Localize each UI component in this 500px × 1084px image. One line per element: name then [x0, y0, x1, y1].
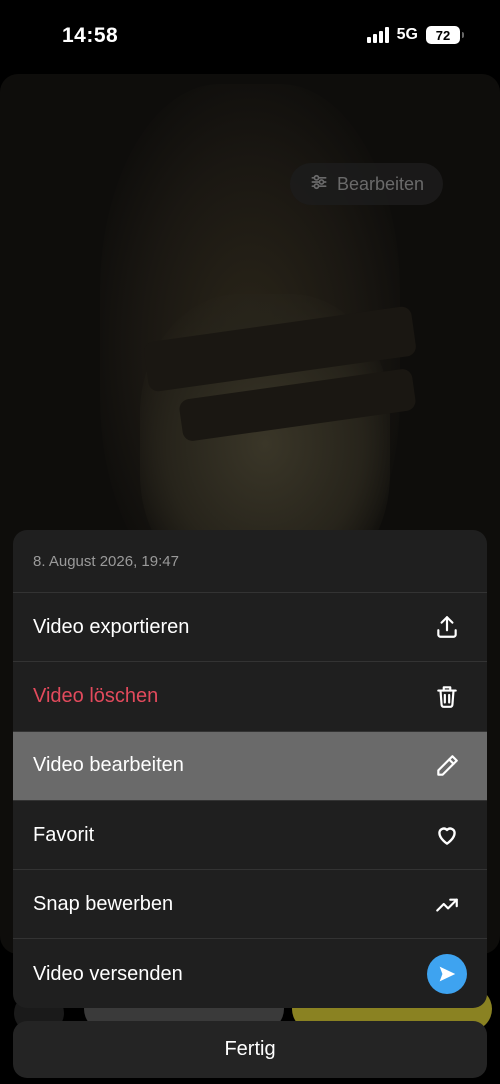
- done-button[interactable]: Fertig: [13, 1021, 487, 1078]
- status-time: 14:58: [62, 24, 119, 47]
- signal-icon: [366, 27, 389, 43]
- sliders-icon: [309, 172, 329, 197]
- battery-level: 72: [435, 27, 451, 43]
- menu-item-send-video[interactable]: Video versenden: [13, 939, 487, 1008]
- export-icon: [427, 607, 467, 647]
- menu-item-promote-snap[interactable]: Snap bewerben: [13, 870, 487, 940]
- menu-item-delete-video[interactable]: Video löschen: [13, 662, 487, 732]
- pencil-icon: [427, 746, 467, 786]
- network-type: 5G: [396, 26, 418, 43]
- status-indicators: 5G 72: [366, 26, 464, 44]
- menu-item-label: Video exportieren: [33, 615, 190, 638]
- trash-icon: [427, 676, 467, 716]
- menu-item-label: Favorit: [33, 823, 95, 846]
- heart-icon: [427, 815, 467, 855]
- send-icon: [427, 954, 467, 995]
- menu-item-export-video[interactable]: Video exportieren: [13, 593, 487, 663]
- menu-item-favorite[interactable]: Favorit: [13, 801, 487, 871]
- sheet-date: 8. August 2026, 19:47: [13, 530, 487, 593]
- trending-up-icon: [427, 884, 467, 924]
- menu-item-label: Video löschen: [33, 684, 159, 707]
- menu-item-label: Snap bewerben: [33, 892, 174, 915]
- battery-icon: 72: [426, 26, 464, 44]
- menu-item-edit-video[interactable]: Video bearbeiten: [13, 731, 487, 801]
- menu-item-label: Video versenden: [33, 962, 183, 985]
- edit-button[interactable]: Bearbeiten: [290, 163, 443, 205]
- edit-button-label: Bearbeiten: [336, 173, 425, 194]
- done-button-label: Fertig: [224, 1038, 276, 1060]
- action-sheet: 8. August 2026, 19:47 Video exportieren …: [13, 530, 487, 1008]
- status-bar: 14:58 5G 72: [0, 0, 500, 74]
- menu-item-label: Video bearbeiten: [33, 754, 184, 777]
